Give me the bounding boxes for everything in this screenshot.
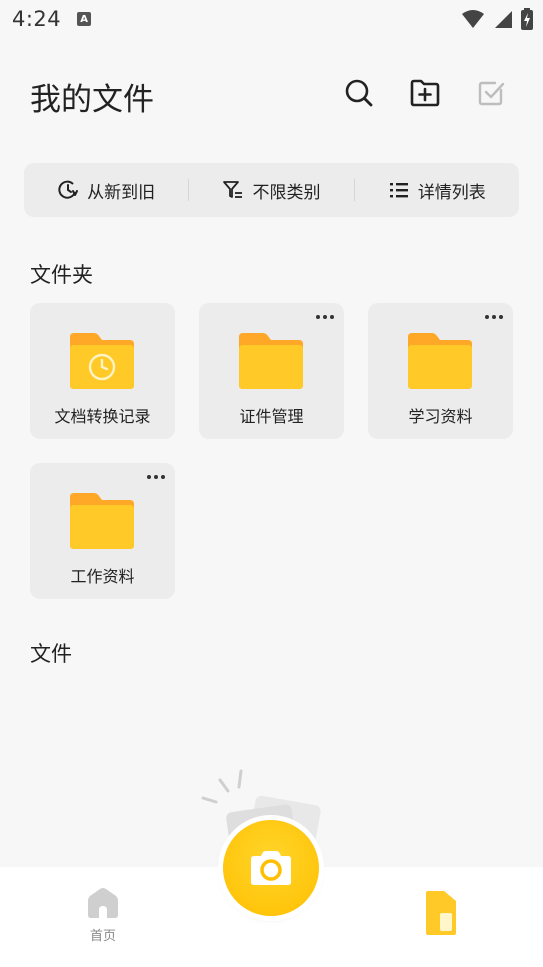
more-options-icon[interactable]	[316, 315, 334, 319]
folders-section-title: 文件夹	[30, 263, 93, 287]
new-folder-button[interactable]	[408, 76, 442, 110]
filter-bar: 从新到旧 不限类别 详情列表	[24, 163, 519, 217]
nav-home-tab[interactable]: 首页	[78, 887, 128, 944]
battery-icon	[521, 8, 533, 30]
folder-label: 文档转换记录	[54, 407, 151, 426]
sort-filter-label: 从新到旧	[87, 182, 156, 203]
wifi-icon	[462, 10, 484, 28]
status-icons	[461, 8, 533, 30]
camera-icon	[251, 851, 291, 885]
home-icon	[88, 888, 118, 918]
filter-icon	[223, 181, 243, 198]
screen: 4:24 A 我的文件 从新到旧 不限类别 详情列表 文件夹 文档转换记录 证件…	[0, 0, 543, 967]
folder-icon	[239, 333, 303, 389]
status-bar: 4:24 A	[0, 0, 543, 38]
category-filter[interactable]: 不限类别	[189, 163, 353, 217]
camera-button[interactable]	[223, 820, 319, 916]
folder-icon	[70, 493, 134, 549]
camera-area	[196, 768, 346, 938]
view-mode-label: 详情列表	[417, 182, 486, 203]
folder-card[interactable]: 证件管理	[199, 303, 344, 439]
folder-clock-icon	[70, 333, 134, 389]
files-section-title: 文件	[30, 642, 72, 666]
files-icon	[426, 891, 456, 935]
view-mode-filter[interactable]: 详情列表	[355, 163, 519, 217]
checkbox-icon	[478, 81, 505, 106]
nav-files-tab[interactable]	[424, 889, 458, 941]
folder-add-icon	[410, 79, 440, 107]
signal-icon	[495, 11, 512, 28]
page-title: 我的文件	[30, 82, 154, 118]
folder-label: 证件管理	[239, 407, 304, 426]
folder-card[interactable]: 学习资料	[368, 303, 513, 439]
sort-clock-icon	[58, 180, 79, 199]
category-filter-label: 不限类别	[252, 182, 321, 203]
search-icon	[345, 79, 373, 107]
search-button[interactable]	[342, 76, 376, 110]
header: 我的文件	[0, 68, 543, 124]
notification-a-icon: A	[77, 12, 92, 26]
select-button[interactable]	[474, 76, 508, 110]
status-time: 4:24	[12, 7, 62, 31]
more-options-icon[interactable]	[485, 315, 503, 319]
folder-icon	[408, 333, 472, 389]
folder-label: 学习资料	[408, 407, 473, 426]
folder-label: 工作资料	[70, 567, 135, 586]
list-icon	[389, 183, 408, 198]
more-options-icon[interactable]	[147, 475, 165, 479]
nav-home-label: 首页	[89, 929, 116, 944]
folder-card[interactable]: 文档转换记录	[30, 303, 175, 439]
folder-card[interactable]: 工作资料	[30, 463, 175, 599]
sort-filter[interactable]: 从新到旧	[24, 163, 188, 217]
